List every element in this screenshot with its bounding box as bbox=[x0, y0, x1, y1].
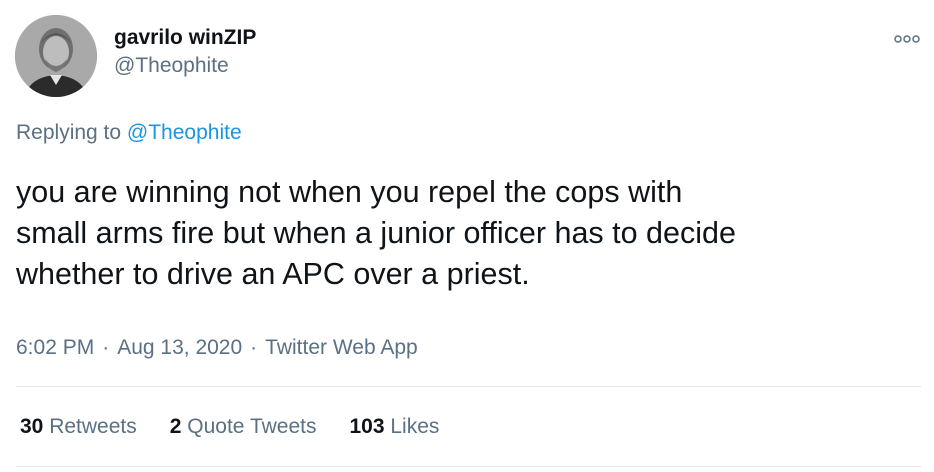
tweet-text: you are winning not when you repel the c… bbox=[16, 175, 736, 291]
author-names: gavrilo winZIP @Theophite bbox=[114, 25, 256, 81]
quote-tweets-stat[interactable]: 2 Quote Tweets bbox=[170, 413, 317, 441]
tweet-time[interactable]: 6:02 PM bbox=[16, 336, 94, 359]
divider bbox=[16, 386, 921, 387]
reply-mention-link[interactable]: @Theophite bbox=[127, 121, 242, 144]
more-options-icon[interactable] bbox=[894, 32, 920, 44]
quote-tweets-count: 2 bbox=[169, 415, 182, 438]
avatar[interactable] bbox=[15, 15, 97, 97]
tweet-header: gavrilo winZIP @Theophite bbox=[15, 14, 920, 97]
retweets-count: 30 bbox=[20, 415, 44, 438]
tweet-card: gavrilo winZIP @Theophite Replying to @T… bbox=[0, 0, 934, 472]
tweet-source[interactable]: Twitter Web App bbox=[265, 336, 418, 359]
retweets-stat[interactable]: 30 Retweets bbox=[20, 413, 137, 441]
replying-to: Replying to @Theophite bbox=[16, 119, 242, 147]
retweets-label: Retweets bbox=[49, 415, 137, 438]
avatar-portrait-icon bbox=[15, 15, 97, 97]
user-handle[interactable]: @Theophite bbox=[114, 51, 256, 81]
replying-to-label: Replying to bbox=[16, 121, 122, 144]
likes-count: 103 bbox=[349, 415, 385, 438]
tweet-meta: 6:02 PM · Aug 13, 2020 · Twitter Web App bbox=[16, 334, 418, 362]
display-name[interactable]: gavrilo winZIP bbox=[114, 25, 256, 51]
tweet-date[interactable]: Aug 13, 2020 bbox=[117, 336, 242, 359]
likes-stat[interactable]: 103 Likes bbox=[349, 413, 439, 441]
divider bbox=[16, 466, 921, 467]
likes-label: Likes bbox=[390, 415, 440, 438]
engagement-stats: 30 Retweets 2 Quote Tweets 103 Likes bbox=[20, 413, 472, 441]
meta-separator: · bbox=[250, 336, 258, 359]
meta-separator: · bbox=[102, 336, 110, 359]
quote-tweets-label: Quote Tweets bbox=[187, 415, 317, 438]
